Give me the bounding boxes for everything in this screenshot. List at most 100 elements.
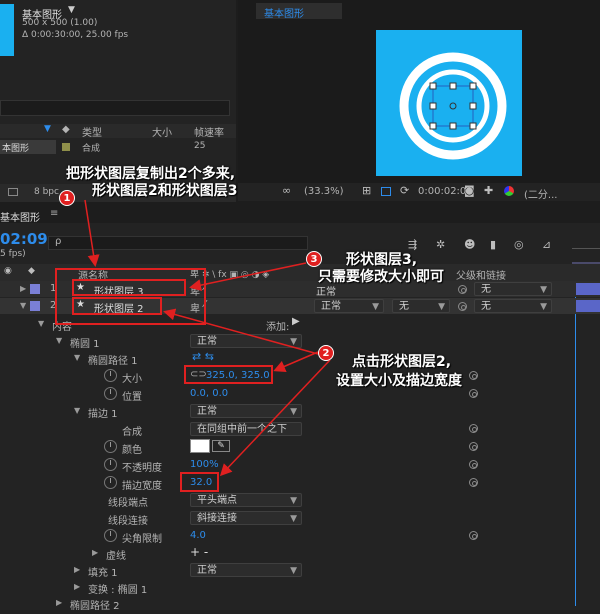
opacity-pickwhip-icon[interactable]: [469, 460, 478, 469]
dashes-row[interactable]: ▶ 虚线 + -: [0, 544, 600, 562]
layer-2-mode[interactable]: 正常 ▼: [314, 299, 384, 313]
stroke-blend-mode[interactable]: 正常 ▼: [190, 404, 302, 418]
stroke-width-pickwhip-icon[interactable]: [469, 478, 478, 487]
graph-editor-icon[interactable]: ⊿: [542, 238, 551, 251]
ring-shape[interactable]: [376, 30, 522, 176]
color-channels-icon[interactable]: [504, 186, 514, 196]
contents-expand-icon[interactable]: ▼: [38, 319, 44, 328]
layer-2-expand-icon[interactable]: ▼: [20, 301, 26, 310]
position-row[interactable]: 位置 0.0, 0.0: [0, 385, 600, 403]
layer-2-duration-bar[interactable]: [576, 300, 600, 312]
color-row[interactable]: 颜色 ✎: [0, 438, 600, 456]
position-stopwatch-icon[interactable]: [104, 387, 117, 400]
stroke-width-row[interactable]: 描边宽度 32.0: [0, 474, 600, 492]
line-cap-select[interactable]: 平头端点 ▼: [190, 493, 302, 507]
layer-2-trkmat[interactable]: 无 ▼: [392, 299, 450, 313]
ellipse-expand-icon[interactable]: ▼: [56, 336, 62, 345]
layer-2-label[interactable]: [30, 301, 40, 311]
viewer-tab-label: 基本图形: [264, 9, 304, 20]
fill-blend-mode[interactable]: 正常 ▼: [190, 563, 302, 577]
layer-1-duration-bar[interactable]: [576, 283, 600, 295]
size-row[interactable]: 大小 ⊂⊃ 325.0, 325.0: [0, 367, 600, 385]
bpc-label[interactable]: 8 bpc: [34, 187, 59, 197]
bottom-ellipse-path-row[interactable]: ▶ 椭圆路径 2: [0, 596, 600, 614]
grid-icon[interactable]: ⊞: [362, 184, 371, 197]
camera-icon[interactable]: ◙: [464, 184, 475, 197]
layer-1-expand-icon[interactable]: ▶: [20, 284, 26, 293]
layer-2-trkmat-value: 无: [399, 301, 409, 312]
layer-1-label[interactable]: [30, 284, 40, 294]
frame-blend-icon[interactable]: ▮: [490, 238, 496, 251]
sort-arrow-icon[interactable]: ▼: [44, 124, 51, 134]
dashes-expand-icon[interactable]: ▶: [92, 548, 98, 557]
path-direction-icon[interactable]: ⇄ ⇆: [192, 350, 214, 363]
time-ruler[interactable]: [572, 234, 600, 249]
miter-limit-stopwatch-icon[interactable]: [104, 529, 117, 542]
flowchart-icon[interactable]: [8, 188, 18, 196]
opacity-stopwatch-icon[interactable]: [104, 458, 117, 471]
dashes-add-remove[interactable]: + -: [190, 545, 208, 559]
size-pickwhip-icon[interactable]: [469, 371, 478, 380]
color-swatch[interactable]: [190, 439, 210, 453]
project-item-fps: 25: [194, 141, 206, 151]
layer-2-pickwhip-icon[interactable]: [458, 302, 467, 311]
ellipse-path-row[interactable]: ▼ 椭圆路径 1 ⇄ ⇆: [0, 349, 600, 367]
project-item-row[interactable]: 本图形 合成 25: [0, 140, 236, 154]
color-pickwhip-icon[interactable]: [469, 442, 478, 451]
handle-bc: [449, 122, 457, 130]
position-pickwhip-icon[interactable]: [469, 389, 478, 398]
layer-2-parent[interactable]: 无 ▼: [474, 299, 552, 313]
motion-blur-icon[interactable]: ◎: [514, 238, 524, 251]
color-stopwatch-icon[interactable]: [104, 440, 117, 453]
miter-limit-value[interactable]: 4.0: [190, 530, 206, 541]
region-icon[interactable]: [381, 187, 391, 196]
miter-limit-pickwhip-icon[interactable]: [469, 531, 478, 540]
badge-1: 1: [59, 190, 75, 206]
ellipse-blend-mode[interactable]: 正常 ▼: [190, 334, 302, 348]
draft-3d-icon[interactable]: ✲: [436, 238, 445, 251]
miter-limit-row[interactable]: 尖角限制 4.0: [0, 527, 600, 545]
stroke-group-row[interactable]: ▼ 描边 1 正常 ▼: [0, 402, 600, 420]
size-stopwatch-icon[interactable]: [104, 369, 117, 382]
project-search-bar[interactable]: [0, 100, 230, 116]
shy-icon[interactable]: ☻: [464, 238, 475, 251]
zoom-level[interactable]: (33.3%): [304, 186, 344, 197]
transform-expand-icon[interactable]: ▶: [74, 582, 80, 591]
add-button[interactable]: ▶: [292, 316, 300, 327]
viewer-tab[interactable]: 基本图形: [256, 3, 342, 20]
timeline-menu-icon[interactable]: ≡: [50, 208, 58, 219]
composite-select[interactable]: 在同组中前一个之下: [190, 422, 302, 436]
glasses-icon[interactable]: ∞: [282, 184, 291, 197]
line-cap-row[interactable]: 线段端点 平头端点 ▼: [0, 491, 600, 509]
stroke-expand-icon[interactable]: ▼: [74, 406, 80, 415]
col-size[interactable]: 大小: [152, 124, 172, 139]
timeline-tab-label[interactable]: 基本图形: [0, 209, 40, 224]
line-join-value: 斜接连接: [197, 513, 237, 524]
layer-1-parent[interactable]: 无 ▼: [474, 282, 552, 296]
position-value[interactable]: 0.0, 0.0: [190, 388, 228, 399]
fill-group-row[interactable]: ▶ 填充 1 正常 ▼: [0, 561, 600, 579]
opacity-value[interactable]: 100%: [190, 459, 219, 470]
comp-canvas[interactable]: [376, 30, 522, 176]
col-fps[interactable]: 帧速率: [194, 124, 224, 139]
transform-row[interactable]: ▶ 变换 : 椭圆 1: [0, 578, 600, 596]
ellipse-group-row[interactable]: ▼ 椭圆 1 正常 ▼: [0, 332, 600, 350]
col-type[interactable]: 类型: [82, 124, 102, 139]
ellipse-path-expand-icon[interactable]: ▼: [74, 353, 80, 362]
channel-icon[interactable]: ✚: [484, 184, 493, 197]
fill-expand-icon[interactable]: ▶: [74, 565, 80, 574]
line-join-row[interactable]: 线段连接 斜接连接 ▼: [0, 509, 600, 527]
opacity-row[interactable]: 不透明度 100%: [0, 456, 600, 474]
eyedropper-icon[interactable]: ✎: [212, 440, 230, 452]
layer-1-pickwhip-icon[interactable]: [458, 285, 467, 294]
line-join-select[interactable]: 斜接连接 ▼: [190, 511, 302, 525]
timeline-search[interactable]: ρ: [48, 236, 308, 250]
view-mode[interactable]: (二分...: [524, 186, 557, 201]
clock-icon[interactable]: ⟳: [400, 184, 409, 197]
composite-pickwhip-icon[interactable]: [469, 424, 478, 433]
col-parent[interactable]: 父级和链接: [456, 267, 506, 282]
composite-row[interactable]: 合成 在同组中前一个之下: [0, 420, 600, 438]
stroke-width-stopwatch-icon[interactable]: [104, 476, 117, 489]
current-time[interactable]: 02:09: [0, 230, 48, 248]
comp-name-dropdown-icon[interactable]: ▼: [68, 5, 75, 15]
